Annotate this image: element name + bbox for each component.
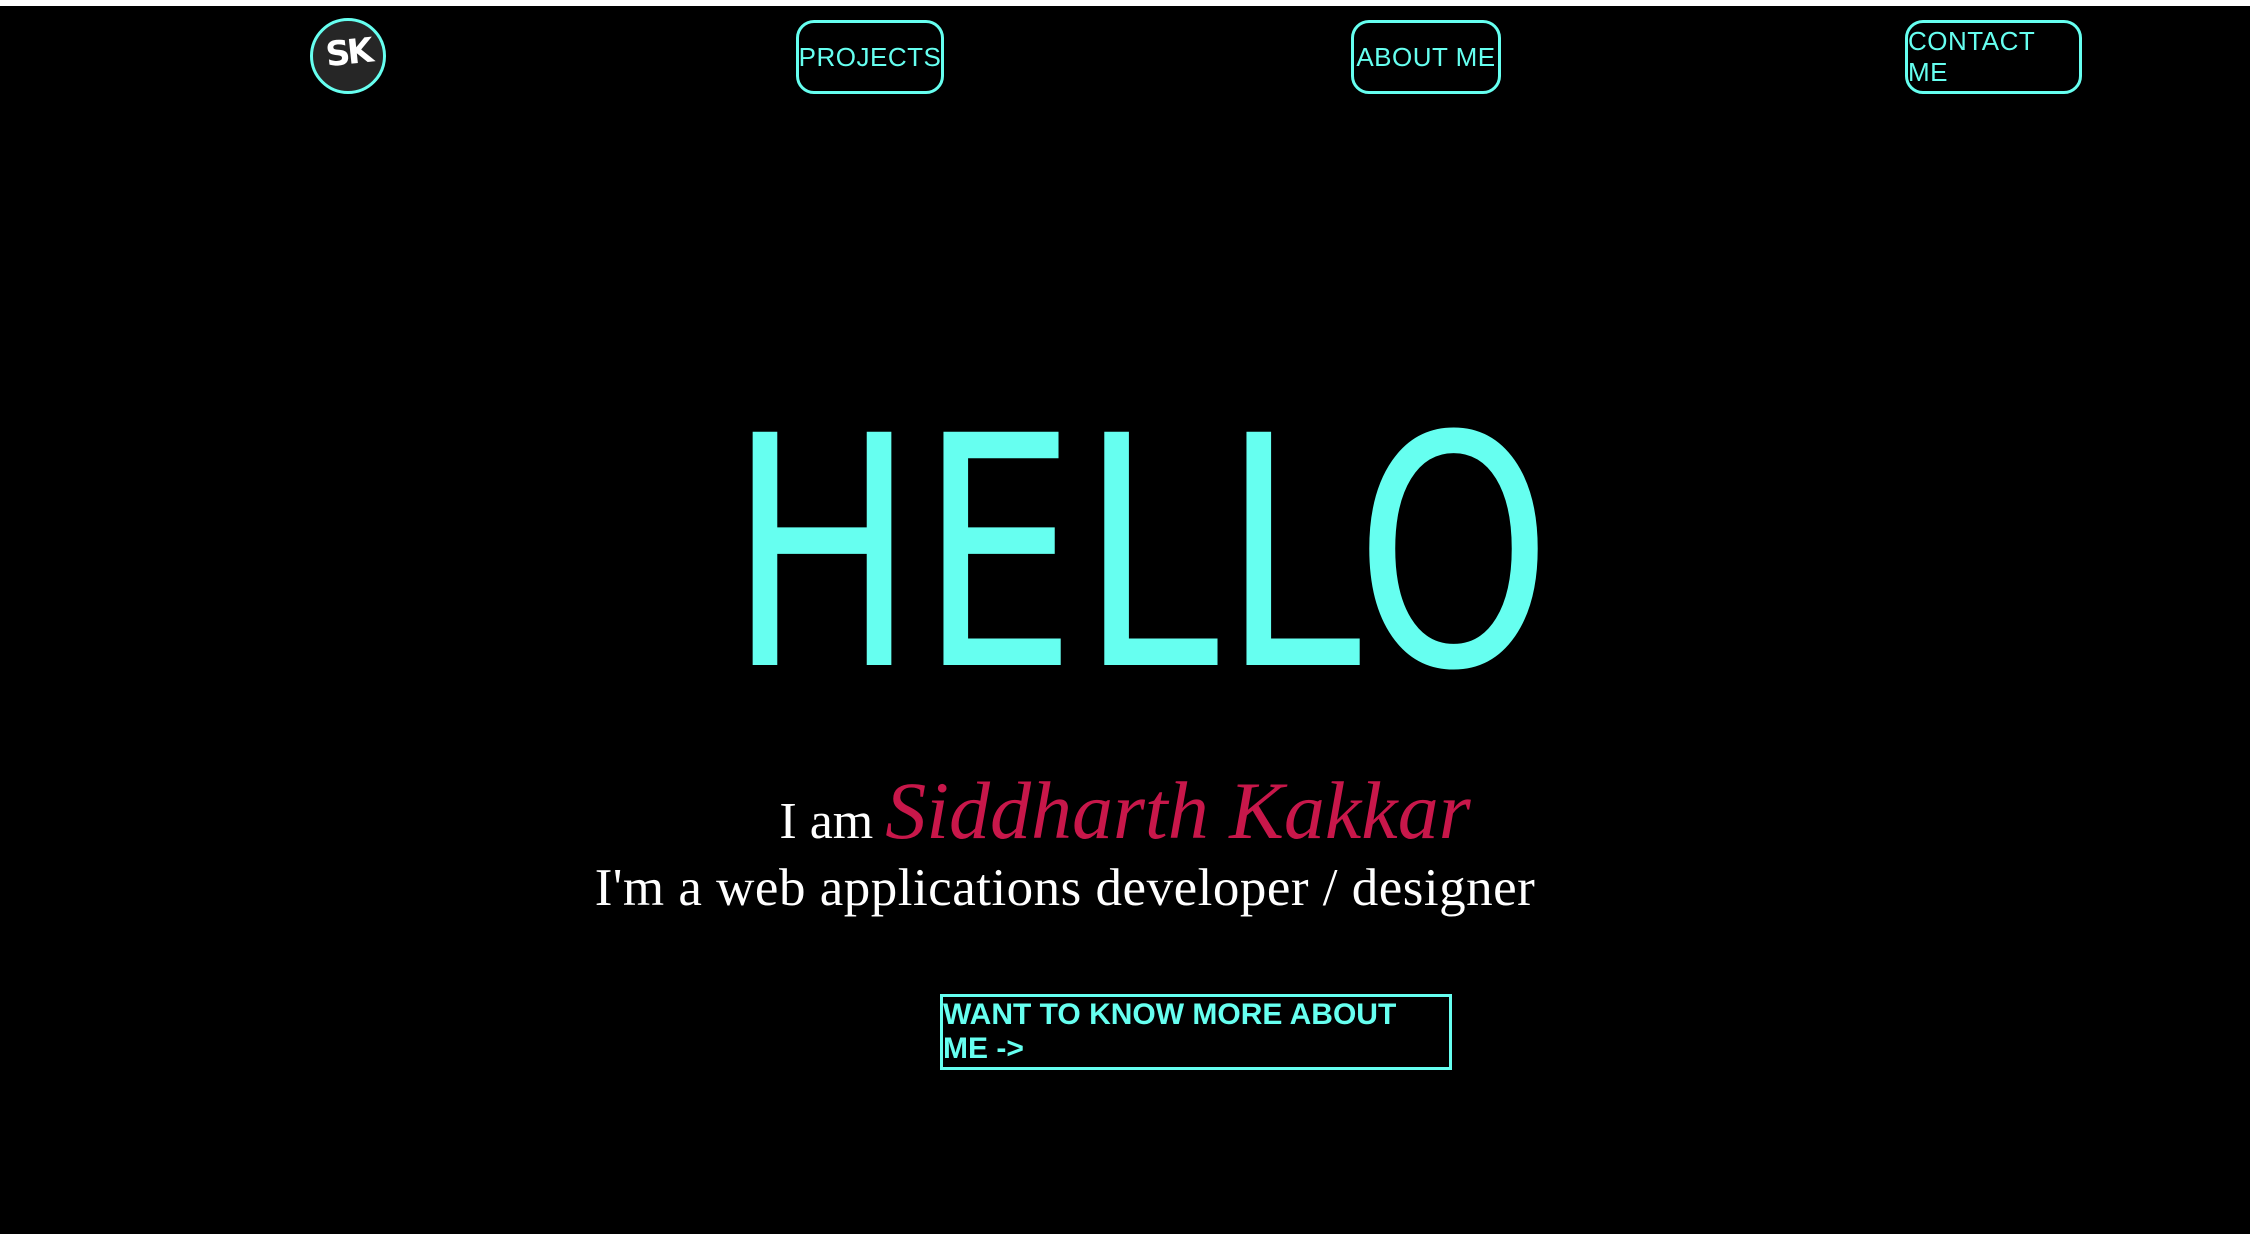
more-about-me-button[interactable]: WANT TO KNOW MORE ABOUT ME ->: [940, 994, 1452, 1070]
logo-text: SK: [323, 30, 373, 76]
top-navigation: SK PROJECTS ABOUT ME CONTACT ME: [0, 0, 2250, 110]
contact-me-nav-button[interactable]: CONTACT ME: [1905, 20, 2082, 94]
about-me-nav-button[interactable]: ABOUT ME: [1351, 20, 1501, 94]
projects-nav-button[interactable]: PROJECTS: [796, 20, 944, 94]
hero-name: Siddharth Kakkar: [885, 765, 1471, 856]
logo-button[interactable]: SK: [310, 18, 386, 94]
hero-greeting: HELLO: [728, 369, 1555, 741]
hero-tagline: I'm a web applications developer / desig…: [594, 859, 1536, 917]
hero-intro-line: I am Siddharth Kakkar: [0, 764, 2250, 858]
intro-prefix: I am: [779, 793, 874, 850]
